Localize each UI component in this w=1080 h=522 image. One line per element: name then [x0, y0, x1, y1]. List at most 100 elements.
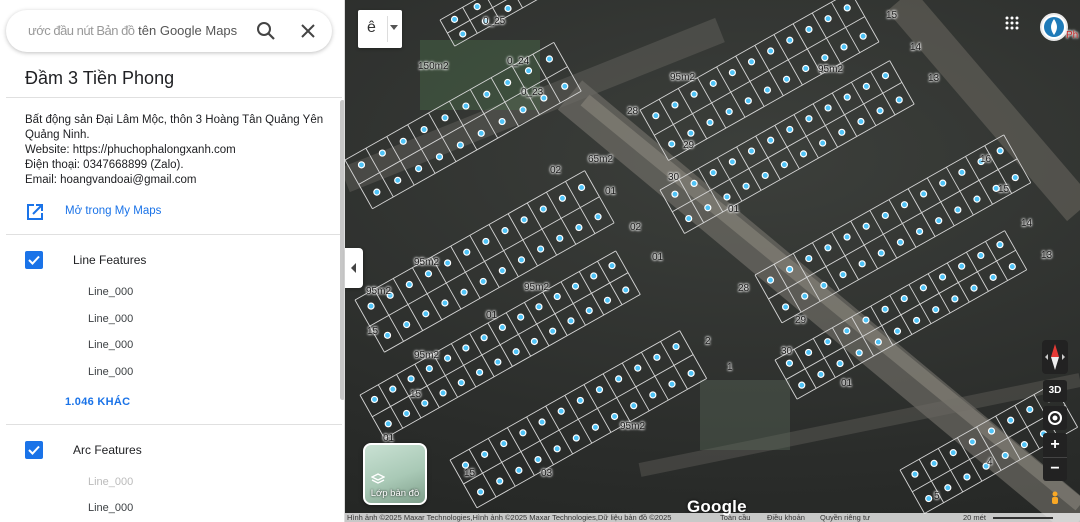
parcel-marker[interactable]	[685, 214, 693, 223]
parcel-marker[interactable]	[450, 15, 459, 23]
parcel-marker[interactable]	[977, 251, 985, 260]
parcel-marker[interactable]	[576, 396, 584, 405]
parcel-marker[interactable]	[786, 36, 794, 44]
parcel-marker[interactable]	[1020, 441, 1028, 449]
parcel-marker[interactable]	[690, 90, 698, 98]
parcel-marker[interactable]	[575, 223, 583, 232]
feature-item[interactable]: Line_000	[88, 313, 133, 325]
parcel-marker[interactable]	[571, 282, 580, 290]
parcel-marker[interactable]	[963, 473, 971, 481]
parcel-marker[interactable]	[913, 316, 921, 325]
parcel-marker[interactable]	[996, 147, 1004, 155]
parcel-marker[interactable]	[462, 102, 470, 110]
parcel-marker[interactable]	[958, 262, 966, 270]
parcel-marker[interactable]	[932, 306, 940, 314]
parcel-marker[interactable]	[481, 450, 489, 458]
parcel-marker[interactable]	[843, 4, 851, 12]
parcel-marker[interactable]	[785, 359, 794, 367]
parcel-marker[interactable]	[504, 78, 512, 87]
parcel-marker[interactable]	[876, 107, 884, 115]
parcel-marker[interactable]	[435, 153, 444, 161]
parcel-marker[interactable]	[422, 310, 430, 318]
parcel-marker[interactable]	[561, 82, 569, 90]
parcel-marker[interactable]	[723, 193, 731, 201]
parcel-marker[interactable]	[421, 399, 429, 407]
show-more-link[interactable]: 1.046 KHÁC	[65, 396, 130, 408]
parcel-marker[interactable]	[824, 338, 832, 346]
parcel-marker[interactable]	[801, 292, 809, 300]
parcel-marker[interactable]	[378, 149, 386, 157]
parcel-marker[interactable]	[919, 284, 928, 292]
parcel-marker[interactable]	[512, 348, 520, 356]
parcel-marker[interactable]	[603, 296, 612, 304]
parcel-marker[interactable]	[357, 161, 366, 169]
parcel-marker[interactable]	[383, 331, 392, 339]
parcel-marker[interactable]	[459, 30, 467, 38]
parcel-marker[interactable]	[425, 364, 433, 373]
parcel-marker[interactable]	[859, 32, 867, 40]
parcel-marker[interactable]	[538, 418, 546, 426]
parcel-marker[interactable]	[420, 125, 428, 134]
my-location-button[interactable]	[1043, 406, 1067, 430]
parcel-marker[interactable]	[958, 168, 966, 176]
parcel-marker[interactable]	[441, 299, 449, 307]
parcel-marker[interactable]	[728, 158, 736, 166]
parcel-marker[interactable]	[862, 316, 870, 324]
parcel-marker[interactable]	[780, 161, 788, 169]
parcel-marker[interactable]	[403, 320, 411, 329]
parcel-marker[interactable]	[590, 272, 598, 280]
feature-item[interactable]: Line_000	[88, 339, 133, 351]
parcel-marker[interactable]	[893, 327, 902, 335]
parcel-marker[interactable]	[415, 165, 423, 173]
parcel-marker[interactable]	[895, 96, 903, 104]
parcel-marker[interactable]	[920, 190, 928, 198]
parcel-marker[interactable]	[444, 354, 452, 362]
parcel-marker[interactable]	[843, 233, 851, 241]
parcel-marker[interactable]	[987, 427, 996, 435]
parcel-marker[interactable]	[862, 222, 870, 230]
parcel-marker[interactable]	[805, 254, 813, 263]
parcel-marker[interactable]	[498, 323, 507, 331]
parcel-marker[interactable]	[874, 338, 882, 346]
parcel-marker[interactable]	[1008, 262, 1016, 271]
parcel-marker[interactable]	[915, 227, 924, 236]
parcel-marker[interactable]	[477, 129, 485, 137]
search-icon[interactable]	[254, 19, 278, 43]
parcel-marker[interactable]	[798, 381, 806, 389]
parcel-marker[interactable]	[524, 67, 533, 75]
parcel-marker[interactable]	[572, 434, 580, 442]
parcel-marker[interactable]	[373, 188, 381, 196]
layer-checkbox[interactable]	[25, 251, 43, 269]
collapse-sidebar-button[interactable]	[345, 248, 363, 288]
feature-item[interactable]: Line_000	[88, 476, 133, 488]
compass-icon[interactable]	[1039, 338, 1071, 376]
parcel-marker[interactable]	[996, 241, 1004, 249]
parcel-marker[interactable]	[968, 438, 976, 446]
parcel-marker[interactable]	[704, 204, 712, 212]
parcel-marker[interactable]	[630, 402, 638, 410]
parcel-marker[interactable]	[862, 82, 870, 90]
parcel-marker[interactable]	[456, 141, 464, 149]
parcel-marker[interactable]	[820, 281, 828, 289]
parcel-marker[interactable]	[460, 288, 468, 296]
parcel-marker[interactable]	[457, 379, 465, 387]
parcel-marker[interactable]	[545, 55, 553, 63]
parcel-marker[interactable]	[399, 137, 407, 145]
parcel-marker[interactable]	[786, 265, 794, 273]
parcel-marker[interactable]	[530, 337, 539, 346]
parcel-marker[interactable]	[1026, 405, 1034, 414]
parcel-marker[interactable]	[709, 169, 717, 177]
parcel-marker[interactable]	[615, 375, 623, 383]
parcel-marker[interactable]	[840, 43, 848, 51]
parcel-marker[interactable]	[479, 277, 487, 286]
parcel-marker[interactable]	[706, 118, 714, 127]
parcel-marker[interactable]	[634, 364, 642, 372]
parcel-marker[interactable]	[517, 256, 526, 264]
zoom-in-button[interactable]: +	[1043, 433, 1067, 457]
parcel-marker[interactable]	[935, 217, 943, 225]
parcel-marker[interactable]	[577, 183, 586, 192]
parcel-marker[interactable]	[567, 317, 575, 325]
parcel-marker[interactable]	[766, 276, 775, 284]
parcel-marker[interactable]	[944, 484, 952, 492]
parcel-marker[interactable]	[949, 449, 957, 457]
